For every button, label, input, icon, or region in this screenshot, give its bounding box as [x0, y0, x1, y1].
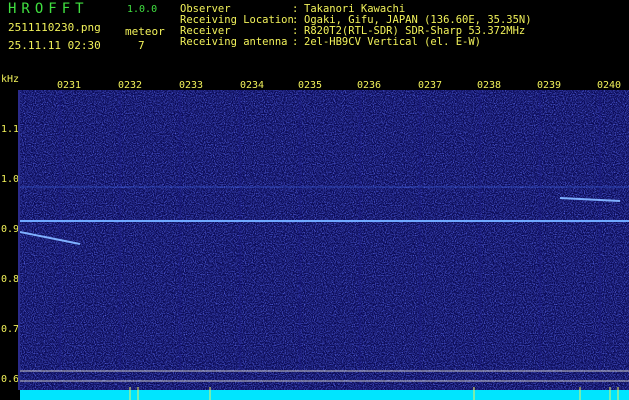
y-tick-label: 0.6 — [1, 374, 20, 385]
y-tick-label: 1.1 — [1, 124, 20, 135]
signal-level-bar — [20, 390, 629, 400]
app-version: 1.0.0 — [127, 4, 158, 15]
file-name: 2511110230.png — [8, 21, 101, 34]
app-title: HROFFT — [8, 1, 89, 17]
spectrogram — [20, 90, 629, 400]
station-info: Observer: Takanori Kawachi Receiving Loc… — [180, 4, 532, 48]
y-tick-label: 1.0 — [1, 174, 20, 185]
info-value: 2el-HB9CV Vertical (el. E-W) — [304, 36, 482, 48]
info-row-antenna: Receiving antenna: 2el-HB9CV Vertical (e… — [180, 37, 532, 48]
y-tick-label: 0.9 — [1, 224, 20, 235]
y-tick-label: 0.8 — [1, 274, 20, 285]
y-tick-label: 0.7 — [1, 324, 20, 335]
info-key: Receiving antenna — [180, 36, 288, 48]
y-axis-line — [18, 90, 20, 390]
spectrogram-noise — [20, 90, 629, 400]
info-separator: : — [292, 36, 305, 48]
time-axis: 0231 0232 0233 0234 0235 0236 0237 0238 … — [0, 74, 629, 91]
meteor-count: 7 — [138, 39, 145, 52]
date-time: 25.11.11 02:30 — [8, 39, 101, 52]
meteor-label: meteor — [125, 25, 165, 38]
